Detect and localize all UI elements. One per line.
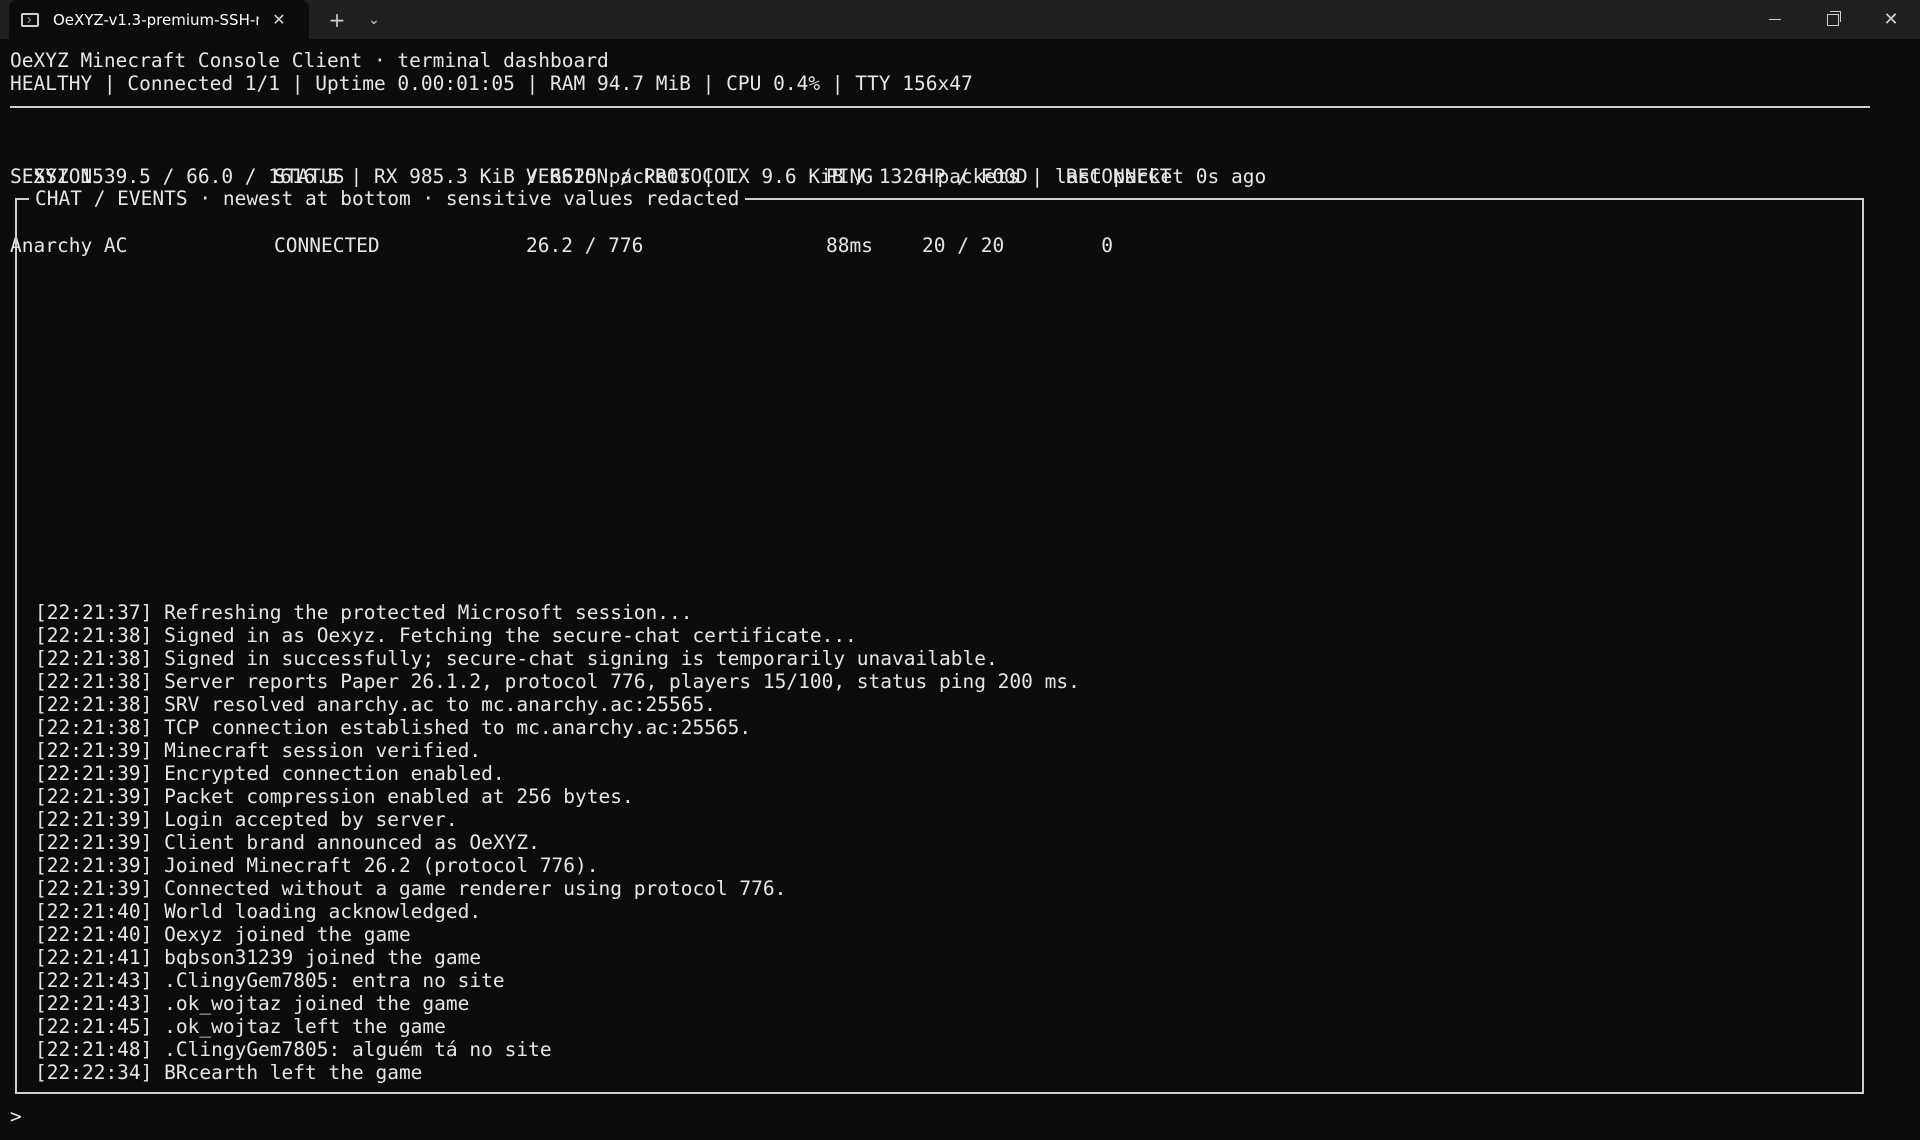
chat-log-line: [22:21:39] Joined Minecraft 26.2 (protoc… [35,854,599,877]
command-prompt[interactable]: > [10,1105,22,1128]
minimize-button[interactable] [1752,0,1798,39]
dashboard-title: OeXYZ Minecraft Console Client · termina… [10,49,609,72]
header-divider [10,106,1870,108]
chat-log-line: [22:21:43] .ok_wojtaz joined the game [35,992,470,1015]
tab-close-icon[interactable]: ✕ [269,10,289,29]
chat-log: [22:21:37] Refreshing the protected Micr… [35,601,1835,1084]
new-tab-button[interactable]: + [322,0,352,39]
minimize-icon [1769,19,1781,20]
chat-log-line: [22:21:38] TCP connection established to… [35,716,752,739]
chat-log-line: [22:21:48] .ClingyGem7805: alguém tá no … [35,1038,552,1061]
chat-log-line: [22:21:37] Refreshing the protected Micr… [35,601,693,624]
chat-log-line: [22:21:45] .ok_wojtaz left the game [35,1015,446,1038]
chat-panel-title: CHAT / EVENTS · newest at bottom · sensi… [29,187,746,210]
chat-log-line: [22:21:40] World loading acknowledged. [35,900,482,923]
chat-log-line: [22:21:43] .ClingyGem7805: entra no site [35,969,505,992]
restore-icon [1827,10,1841,26]
title-bar: OeXYZ-v1.3-premium-SSH-mo ✕ + ⌄ ✕ [0,0,1920,39]
chat-log-line: [22:21:39] Client brand announced as OeX… [35,831,540,854]
chat-log-line: [22:21:39] Encrypted connection enabled. [35,762,505,785]
chat-events-panel: CHAT / EVENTS · newest at bottom · sensi… [15,187,1864,1094]
chat-log-line: [22:21:39] Packet compression enabled at… [35,785,634,808]
chat-log-line: [22:21:38] SRV resolved anarchy.ac to mc… [35,693,716,716]
restore-button[interactable] [1810,0,1856,39]
health-status-line: HEALTHY | Connected 1/1 | Uptime 0.00:01… [10,72,973,95]
terminal-area[interactable]: OeXYZ Minecraft Console Client · termina… [0,39,1920,1140]
tab-dropdown-icon[interactable]: ⌄ [360,0,388,39]
session-table: SESSION Anarchy AC STATUS CONNECTED VERS… [0,119,1920,257]
chat-log-line: [22:21:38] Signed in as Oexyz. Fetching … [35,624,857,647]
tab-title: OeXYZ-v1.3-premium-SSH-mo [53,10,259,29]
close-window-button[interactable]: ✕ [1866,0,1916,39]
terminal-icon [21,12,39,27]
chat-log-line: [22:21:39] Login accepted by server. [35,808,458,831]
chat-log-line: [22:21:39] Minecraft session verified. [35,739,482,762]
chat-log-line: [22:21:38] Signed in successfully; secur… [35,647,998,670]
terminal-tab[interactable]: OeXYZ-v1.3-premium-SSH-mo ✕ [9,0,309,39]
chat-log-line: [22:22:34] BRcearth left the game [35,1061,423,1084]
chat-log-line: [22:21:38] Server reports Paper 26.1.2, … [35,670,1080,693]
chat-log-line: [22:21:41] bqbson31239 joined the game [35,946,482,969]
session-detail-line: XYZ 1539.5 / 66.0 / 1616.5 | RX 985.3 Ki… [10,165,1267,188]
chat-log-line: [22:21:39] Connected without a game rend… [35,877,787,900]
chat-log-line: [22:21:40] Oexyz joined the game [35,923,411,946]
